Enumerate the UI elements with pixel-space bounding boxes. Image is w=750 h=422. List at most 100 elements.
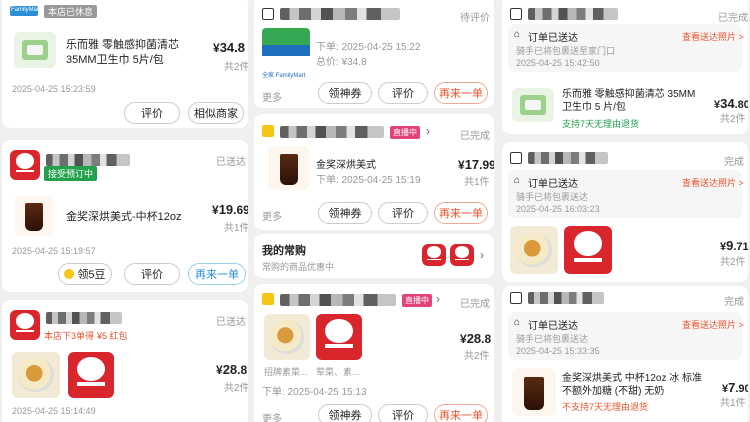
order-status: 已送达: [216, 157, 246, 168]
delivered-time: 2025-04-25 16:03:23: [516, 204, 600, 214]
item-count: 共1件: [464, 177, 490, 188]
order-card-restaurant[interactable]: 已送达 本店下3单得 ¥5 红包 ¥28.8 共2件 2025-04-25 15:…: [2, 300, 248, 422]
claim-coupon-button[interactable]: 领神券: [318, 82, 372, 104]
more-link[interactable]: 更多: [262, 410, 282, 422]
order-card-coffee[interactable]: 已送达 接受预订中 金奖深烘美式-中杯12oz ¥19.69 共1件 2025-…: [2, 140, 248, 292]
live-tag: 直播中: [390, 126, 420, 139]
more-link[interactable]: 更多: [262, 208, 282, 223]
review-button[interactable]: 评价: [124, 102, 180, 124]
order-price: ¥7.90: [722, 380, 748, 395]
store-name-redacted: [528, 8, 618, 20]
reorder-button[interactable]: 再来一单: [434, 82, 488, 104]
delivered-time: 2025-04-25 15:33:35: [516, 346, 600, 356]
product-thumbnail-1[interactable]: [264, 314, 310, 360]
store-name-redacted: [280, 8, 400, 20]
frequent-store-thumb-2[interactable]: [450, 244, 474, 266]
familymart-logo[interactable]: [262, 28, 310, 66]
promo-banner: 本店下3单得 ¥5 红包: [44, 331, 128, 341]
claim-coupon-button[interactable]: 领神券: [318, 404, 372, 422]
store-name-redacted: [528, 292, 604, 304]
order-card-restaurant[interactable]: 直播中 › 已完成 招牌素菜... 荤菜、素... 下单: 2025-04-25…: [254, 284, 494, 422]
order-card-coffee[interactable]: 直播中 › 已完成 金奖深烘美式 下单: 2025-04-25 15:19 ¥1…: [254, 114, 494, 230]
item-caption-2: 荤菜、素...: [316, 367, 360, 377]
view-delivery-photos-link[interactable]: 查看送达照片 >: [682, 30, 744, 43]
product-thumbnail-1[interactable]: [510, 226, 558, 274]
store-name-redacted: [46, 154, 130, 166]
store-name-redacted: [280, 126, 384, 138]
delivered-icon: ⌂: [514, 175, 521, 186]
product-thumbnail-2[interactable]: [564, 226, 612, 274]
store-icon: [262, 293, 274, 305]
order-card-familymart[interactable]: 已完成 ⌂ 订单已送达 查看送达照片 > 骑手已将包裹送至家门口 2025-04…: [502, 0, 748, 134]
accept-preorder-tag: 接受预订中: [44, 166, 98, 181]
rider-note: 骑手已将包裹送至家门口: [516, 46, 616, 56]
order-price: ¥34.8: [213, 40, 245, 55]
store-closed-tag: 本店已休息: [44, 5, 98, 18]
store-logo[interactable]: [10, 310, 40, 340]
item-count: 共2件: [720, 257, 746, 268]
order-time: 2025-04-25 15:23:59: [12, 84, 96, 94]
delivered-title: 订单已送达: [528, 321, 578, 332]
claim-beans-button[interactable]: 领5豆: [58, 263, 112, 285]
column-right: 已完成 ⌂ 订单已送达 查看送达照片 > 骑手已将包裹送至家门口 2025-04…: [500, 0, 750, 422]
product-thumbnail-2[interactable]: [68, 352, 114, 398]
order-total: 总价: ¥34.8: [316, 57, 367, 68]
product-thumbnail[interactable]: [14, 32, 56, 68]
view-delivery-photos-link[interactable]: 查看送达照片 >: [682, 318, 744, 331]
more-link[interactable]: 更多: [262, 89, 282, 104]
claim-coupon-button[interactable]: 领神券: [318, 202, 372, 224]
order-card-familymart[interactable]: 待评价 全家 FamilyMart 下单: 2025-04-25 15:22 总…: [254, 0, 494, 108]
delivery-status-box[interactable]: ⌂ 订单已送达 查看送达照片 > 骑手已将包裹送至家门口 2025-04-25 …: [508, 24, 744, 72]
order-status: 待评价: [460, 13, 490, 24]
reorder-button[interactable]: 再来一单: [434, 404, 488, 422]
reorder-button[interactable]: 再来一单: [434, 202, 488, 224]
product-thumbnail[interactable]: [268, 146, 310, 190]
order-price: ¥34.80: [714, 96, 748, 111]
frequent-purchases-banner[interactable]: 我的常购 常购的商品优惠中 ›: [254, 234, 494, 278]
chevron-right-icon: ›: [426, 124, 430, 138]
order-status: 已送达: [216, 317, 246, 328]
review-button[interactable]: 评价: [378, 202, 428, 224]
product-thumbnail[interactable]: [14, 196, 54, 236]
delivered-title: 订单已送达: [528, 179, 578, 190]
delivery-status-box[interactable]: ⌂ 订单已送达 查看送达照片 > 骑手已将包裹送达 2025-04-25 15:…: [508, 312, 744, 360]
chevron-right-icon: ›: [436, 292, 440, 306]
review-button[interactable]: 评价: [378, 404, 428, 422]
store-name-redacted: [46, 312, 122, 324]
product-name: 金奖深烘美式: [316, 160, 376, 171]
order-card-restaurant[interactable]: 完成 ⌂ 订单已送达 查看送达照片 > 骑手已将包裹送达 2025-04-25 …: [502, 142, 748, 282]
item-count: 共1件: [224, 223, 248, 234]
store-logo[interactable]: [10, 150, 40, 180]
familymart-brand-text: FamilyMart: [11, 7, 41, 13]
coin-icon: [64, 269, 75, 279]
order-status: 已完成: [718, 13, 748, 24]
review-button[interactable]: 评价: [378, 82, 428, 104]
similar-stores-button[interactable]: 相似商家: [188, 102, 244, 124]
review-button[interactable]: 评价: [124, 263, 180, 285]
product-thumbnail-2[interactable]: [316, 314, 362, 360]
store-icon: [262, 8, 274, 20]
familymart-logo-text: 全家 FamilyMart: [262, 73, 306, 79]
product-thumbnail[interactable]: [512, 88, 554, 122]
delivery-status-box[interactable]: ⌂ 订单已送达 查看送达照片 > 骑手已将包裹送达 2025-04-25 16:…: [508, 170, 744, 218]
order-card-coffee[interactable]: 完成 ⌂ 订单已送达 查看送达照片 > 骑手已将包裹送达 2025-04-25 …: [502, 286, 748, 422]
product-name: 乐而雅 零触感抑菌清芯 35MM 卫生巾 5 片/包: [562, 89, 696, 113]
rider-note: 骑手已将包裹送达: [516, 334, 589, 344]
store-icon: [510, 292, 522, 304]
column-left: FamilyMart 本店已休息 乐而雅 零触感抑菌清芯35MM卫生巾 5片/包…: [0, 0, 250, 422]
frequent-store-thumb-1[interactable]: [422, 244, 446, 266]
product-thumbnail[interactable]: [512, 368, 556, 416]
return-policy-note: 支持7天无理由退货: [562, 119, 640, 129]
product-thumbnail-1[interactable]: [12, 352, 60, 398]
order-time: 下单: 2025-04-25 15:19: [316, 175, 421, 186]
item-count: 共2件: [720, 114, 746, 125]
order-time: 2025-04-25 15:14:49: [12, 406, 96, 416]
item-count: 共2件: [464, 351, 490, 362]
order-time: 下单: 2025-04-25 15:22: [316, 42, 421, 53]
reorder-button[interactable]: 再来一单: [188, 263, 246, 285]
store-icon: [510, 152, 522, 164]
order-card-familymart[interactable]: FamilyMart 本店已休息 乐而雅 零触感抑菌清芯35MM卫生巾 5片/包…: [2, 0, 248, 128]
product-name: 乐而雅 零触感抑菌清芯35MM卫生巾 5片/包: [66, 39, 180, 66]
view-delivery-photos-link[interactable]: 查看送达照片 >: [682, 176, 744, 189]
delivered-icon: ⌂: [514, 29, 521, 40]
